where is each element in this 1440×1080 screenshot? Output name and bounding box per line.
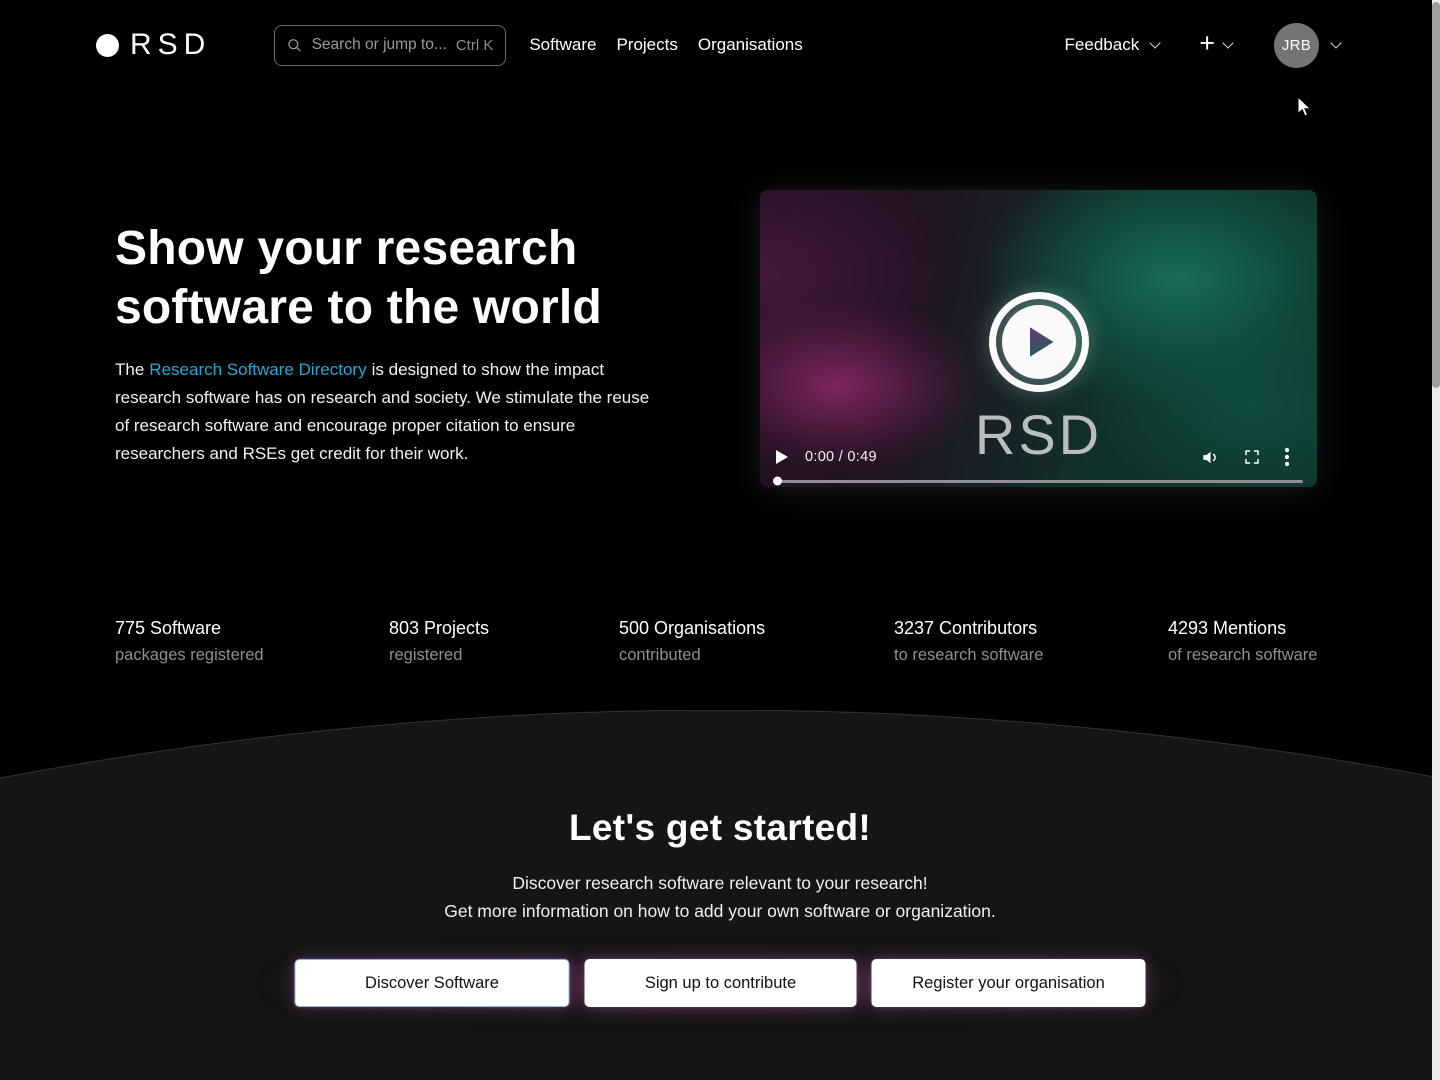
stat-title: 803 Projects (389, 618, 619, 639)
play-overlay-circle (1002, 305, 1076, 379)
feedback-label: Feedback (1065, 35, 1140, 55)
search-icon (287, 37, 302, 54)
mouse-cursor (1297, 96, 1313, 118)
logo-text: RSD (130, 28, 211, 62)
nav-link-organisations[interactable]: Organisations (688, 27, 813, 63)
discover-software-button[interactable]: Discover Software (295, 959, 570, 1007)
register-your-organisation-button[interactable]: Register your organisation (872, 959, 1146, 1007)
header: RSD Search or jump to... Ctrl K Software… (0, 0, 1440, 90)
get-started-line2: Get more information on how to add your … (0, 901, 1440, 922)
avatar[interactable]: JRB (1274, 23, 1319, 68)
research-software-directory-link[interactable]: Research Software Directory (149, 360, 366, 379)
hero-title: Show your research software to the world (115, 220, 685, 337)
get-started-line1: Discover research software relevant to y… (0, 873, 1440, 894)
video-volume-icon[interactable] (1189, 444, 1231, 470)
hero-paragraph-prefix: The (115, 360, 144, 379)
stat-subtitle: packages registered (115, 646, 389, 665)
section-curve (0, 710, 1440, 1080)
search-input[interactable]: Search or jump to... Ctrl K (274, 25, 506, 66)
stat-title: 3237 Contributors (894, 618, 1168, 639)
nav-link-projects[interactable]: Projects (606, 27, 687, 63)
main-nav: Software Projects Organisations (519, 27, 812, 63)
video-play-overlay-icon[interactable] (989, 292, 1089, 392)
stat-title: 500 Organisations (619, 618, 894, 639)
sign-up-to-contribute-button[interactable]: Sign up to contribute (585, 959, 857, 1007)
chevron-down-icon (1150, 37, 1161, 48)
search-placeholder: Search or jump to... (312, 36, 447, 54)
video-progress-thumb[interactable] (773, 477, 782, 486)
search-shortcut-hint: Ctrl K (456, 37, 494, 54)
get-started-buttons: Discover Software Sign up to contribute … (295, 959, 1146, 1007)
scrollbar-thumb[interactable] (1432, 2, 1440, 388)
stat-title: 775 Software (115, 618, 389, 639)
video-progress-bar[interactable] (774, 480, 1303, 484)
logo-dot-icon (96, 34, 119, 57)
stat-subtitle: to research software (894, 646, 1168, 665)
hero-paragraph: TheResearch Software Directoryis designe… (115, 356, 663, 468)
stat-projects: 803 Projects registered (389, 618, 619, 665)
chevron-down-icon (1222, 37, 1233, 48)
video-play-button-icon[interactable] (776, 450, 788, 464)
stats-row: 775 Software packages registered 803 Pro… (115, 618, 1325, 665)
stat-mentions: 4293 Mentions of research software (1168, 618, 1325, 665)
chevron-down-icon (1330, 37, 1341, 48)
stat-organisations: 500 Organisations contributed (619, 618, 894, 665)
rsd-logo[interactable]: RSD (96, 28, 211, 62)
stat-title: 4293 Mentions (1168, 618, 1325, 639)
video-fullscreen-icon[interactable] (1231, 444, 1273, 470)
scrollbar-track[interactable] (1432, 0, 1440, 1080)
account-menu-button[interactable]: JRB (1274, 23, 1340, 68)
video-controls: 0:00 / 0:49 (760, 441, 1317, 473)
get-started-title: Let's get started! (0, 807, 1440, 849)
nav-link-software[interactable]: Software (519, 27, 606, 63)
stat-subtitle: registered (389, 646, 619, 665)
video-time-display: 0:00 / 0:49 (805, 449, 877, 465)
plus-icon: + (1199, 30, 1215, 57)
video-player[interactable]: RSD 0:00 / 0:49 (760, 190, 1317, 487)
page: RSD Search or jump to... Ctrl K Software… (0, 0, 1440, 1080)
play-triangle-icon (1030, 327, 1054, 357)
video-overflow-menu-icon[interactable] (1273, 444, 1301, 470)
add-menu-button[interactable]: + (1199, 33, 1232, 57)
stat-subtitle: contributed (619, 646, 894, 665)
stat-subtitle: of research software (1168, 646, 1325, 665)
stat-software: 775 Software packages registered (115, 618, 389, 665)
stat-contributors: 3237 Contributors to research software (894, 618, 1168, 665)
feedback-menu-button[interactable]: Feedback (1065, 35, 1160, 55)
header-right: Feedback + JRB (1065, 23, 1340, 68)
